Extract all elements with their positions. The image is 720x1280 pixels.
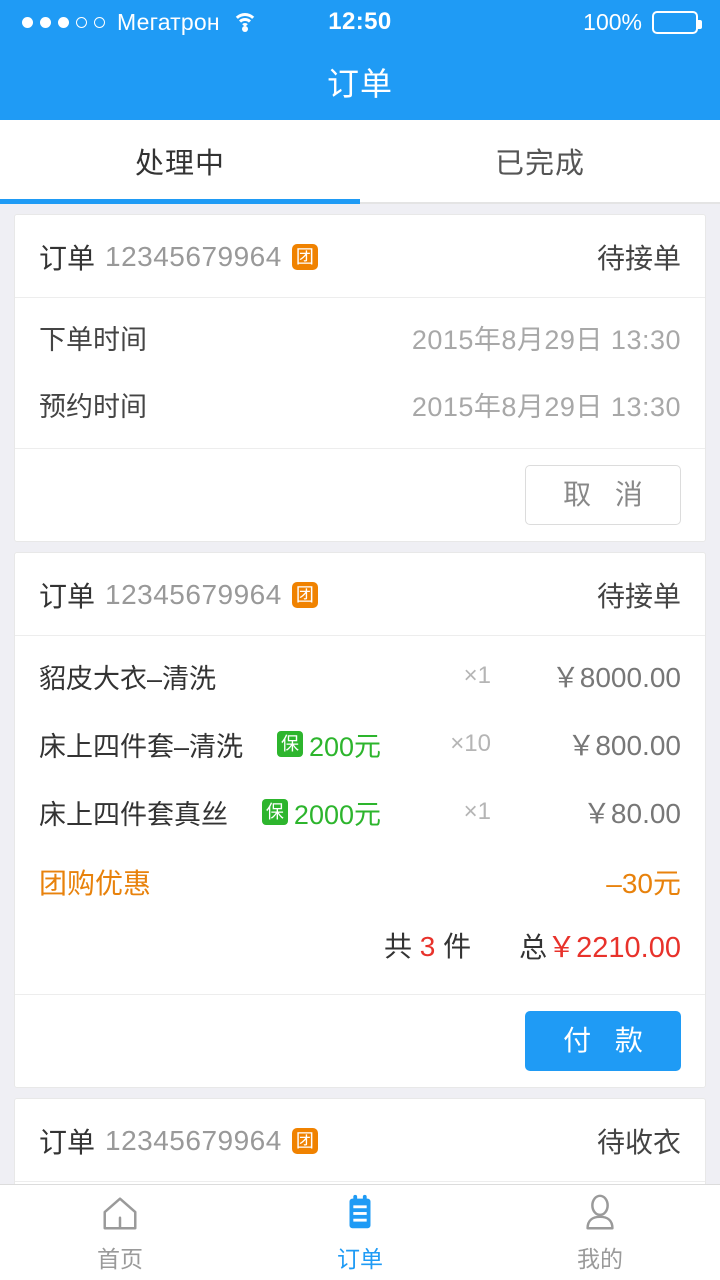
discount-value: –30元	[606, 868, 681, 899]
item-price: ￥8000.00	[551, 662, 681, 693]
group-buy-badge-icon: 团	[291, 582, 318, 608]
item-count-value: 3	[419, 931, 436, 962]
group-buy-badge-icon: 团	[291, 244, 318, 270]
order-card-header: 订单 12345679964 团 待接单	[15, 215, 705, 298]
item-price: ￥80.00	[582, 798, 681, 829]
item-name: 床上四件套真丝	[39, 799, 228, 830]
item-name: 貂皮大衣–清洗	[39, 663, 217, 694]
order-list[interactable]: 订单 12345679964 团 待接单 下单时间 2015年8月29日 13:…	[0, 204, 720, 1184]
item-quantity: ×1	[463, 662, 491, 689]
order-status-badge: 待接单	[596, 581, 681, 612]
order-item-row: 床上四件套–清洗 保 200元 ×10 ￥800.00	[39, 710, 681, 778]
item-quantity: ×1	[463, 798, 491, 825]
order-card[interactable]: 订单 12345679964 团 待接单 下单时间 2015年8月29日 13:…	[14, 214, 706, 542]
order-card-header: 订单 12345679964 团 待接单	[15, 553, 705, 636]
order-card-actions: 付 款	[15, 994, 705, 1087]
info-row-value: 2015年8月29日 13:30	[411, 325, 681, 355]
group-discount-row: 团购优惠 –30元	[39, 846, 681, 912]
order-status-tabs: 处理中 已完成	[0, 120, 720, 204]
discount-label: 团购优惠	[39, 868, 152, 899]
order-number: 12345679964	[105, 241, 282, 272]
status-bar: Мегатрон 12:50 100%	[0, 0, 720, 44]
tabbar-label-orders: 订单	[337, 1245, 383, 1272]
order-item-row: 貂皮大衣–清洗 ×1 ￥8000.00	[39, 642, 681, 710]
order-status-badge: 待接单	[596, 243, 681, 274]
home-icon	[99, 1192, 141, 1234]
tabbar-label-profile: 我的	[577, 1245, 623, 1272]
order-status-badge: 待收衣	[596, 1127, 681, 1158]
tabbar-item-profile[interactable]: 我的	[480, 1192, 720, 1274]
order-label: 订单	[39, 1127, 96, 1158]
tabbar-label-home: 首页	[97, 1245, 143, 1272]
item-insurance: 保 2000元	[261, 793, 381, 832]
tabbar-item-orders[interactable]: 订单	[240, 1192, 480, 1274]
order-number: 12345679964	[105, 579, 282, 610]
insurance-badge-icon: 保	[276, 731, 303, 757]
tab-completed[interactable]: 已完成	[360, 120, 720, 202]
item-price: ￥800.00	[567, 730, 681, 761]
nav-bar: 订单	[0, 44, 720, 120]
pay-button[interactable]: 付 款	[525, 1011, 681, 1071]
bottom-tab-bar: 首页 订单 我的	[0, 1184, 720, 1280]
order-totals-row: 共 3 件 总￥2210.00	[39, 912, 681, 984]
order-info-rows: 下单时间 2015年8月29日 13:30 预约时间 2015年8月29日 13…	[15, 298, 705, 448]
insurance-badge-icon: 保	[261, 799, 288, 825]
info-row: 下单时间 2015年8月29日 13:30	[39, 304, 681, 371]
clipboard-icon	[339, 1192, 381, 1234]
order-card-header: 订单 12345679964 团 待收衣	[15, 1099, 705, 1182]
order-card[interactable]: 订单 12345679964 团 待收衣 貂皮大衣–清洗 ×1 ￥8000.00…	[14, 1098, 706, 1184]
order-number: 12345679964	[105, 1125, 282, 1156]
tabbar-item-home[interactable]: 首页	[0, 1192, 240, 1274]
insurance-amount: 2000元	[293, 799, 381, 830]
cancel-order-button[interactable]: 取 消	[525, 465, 681, 525]
tab-processing[interactable]: 处理中	[0, 120, 360, 202]
insurance-amount: 200元	[308, 731, 381, 762]
total-price-summary: 总￥2210.00	[519, 932, 681, 964]
status-bar-clock: 12:50	[328, 8, 392, 35]
battery-full-icon	[652, 10, 702, 34]
info-row-key: 预约时间	[39, 392, 147, 422]
person-icon	[579, 1192, 621, 1234]
app-screen: Мегатрон 12:50 100% 订单 处理中 已完成 订单 123456…	[0, 0, 720, 1280]
order-label: 订单	[39, 581, 96, 612]
order-item-rows: 貂皮大衣–清洗 ×1 ￥8000.00 床上四件套–清洗 保 200元 ×10 …	[15, 636, 705, 994]
group-buy-badge-icon: 团	[291, 1128, 318, 1154]
page-title: 订单	[326, 66, 393, 102]
info-row: 预约时间 2015年8月29日 13:30	[39, 371, 681, 438]
item-count-summary: 共 3 件	[383, 931, 472, 962]
order-card[interactable]: 订单 12345679964 团 待接单 貂皮大衣–清洗 ×1 ￥8000.00…	[14, 552, 706, 1088]
total-price-value: ￥2210.00	[547, 932, 681, 964]
item-name: 床上四件套–清洗	[39, 731, 244, 762]
item-quantity: ×10	[450, 730, 491, 757]
order-card-actions: 取 消	[15, 448, 705, 541]
info-row-value: 2015年8月29日 13:30	[411, 392, 681, 422]
order-item-row: 床上四件套真丝 保 2000元 ×1 ￥80.00	[39, 778, 681, 846]
order-label: 订单	[39, 243, 96, 274]
item-insurance: 保 200元	[276, 725, 381, 764]
info-row-key: 下单时间	[39, 325, 147, 355]
